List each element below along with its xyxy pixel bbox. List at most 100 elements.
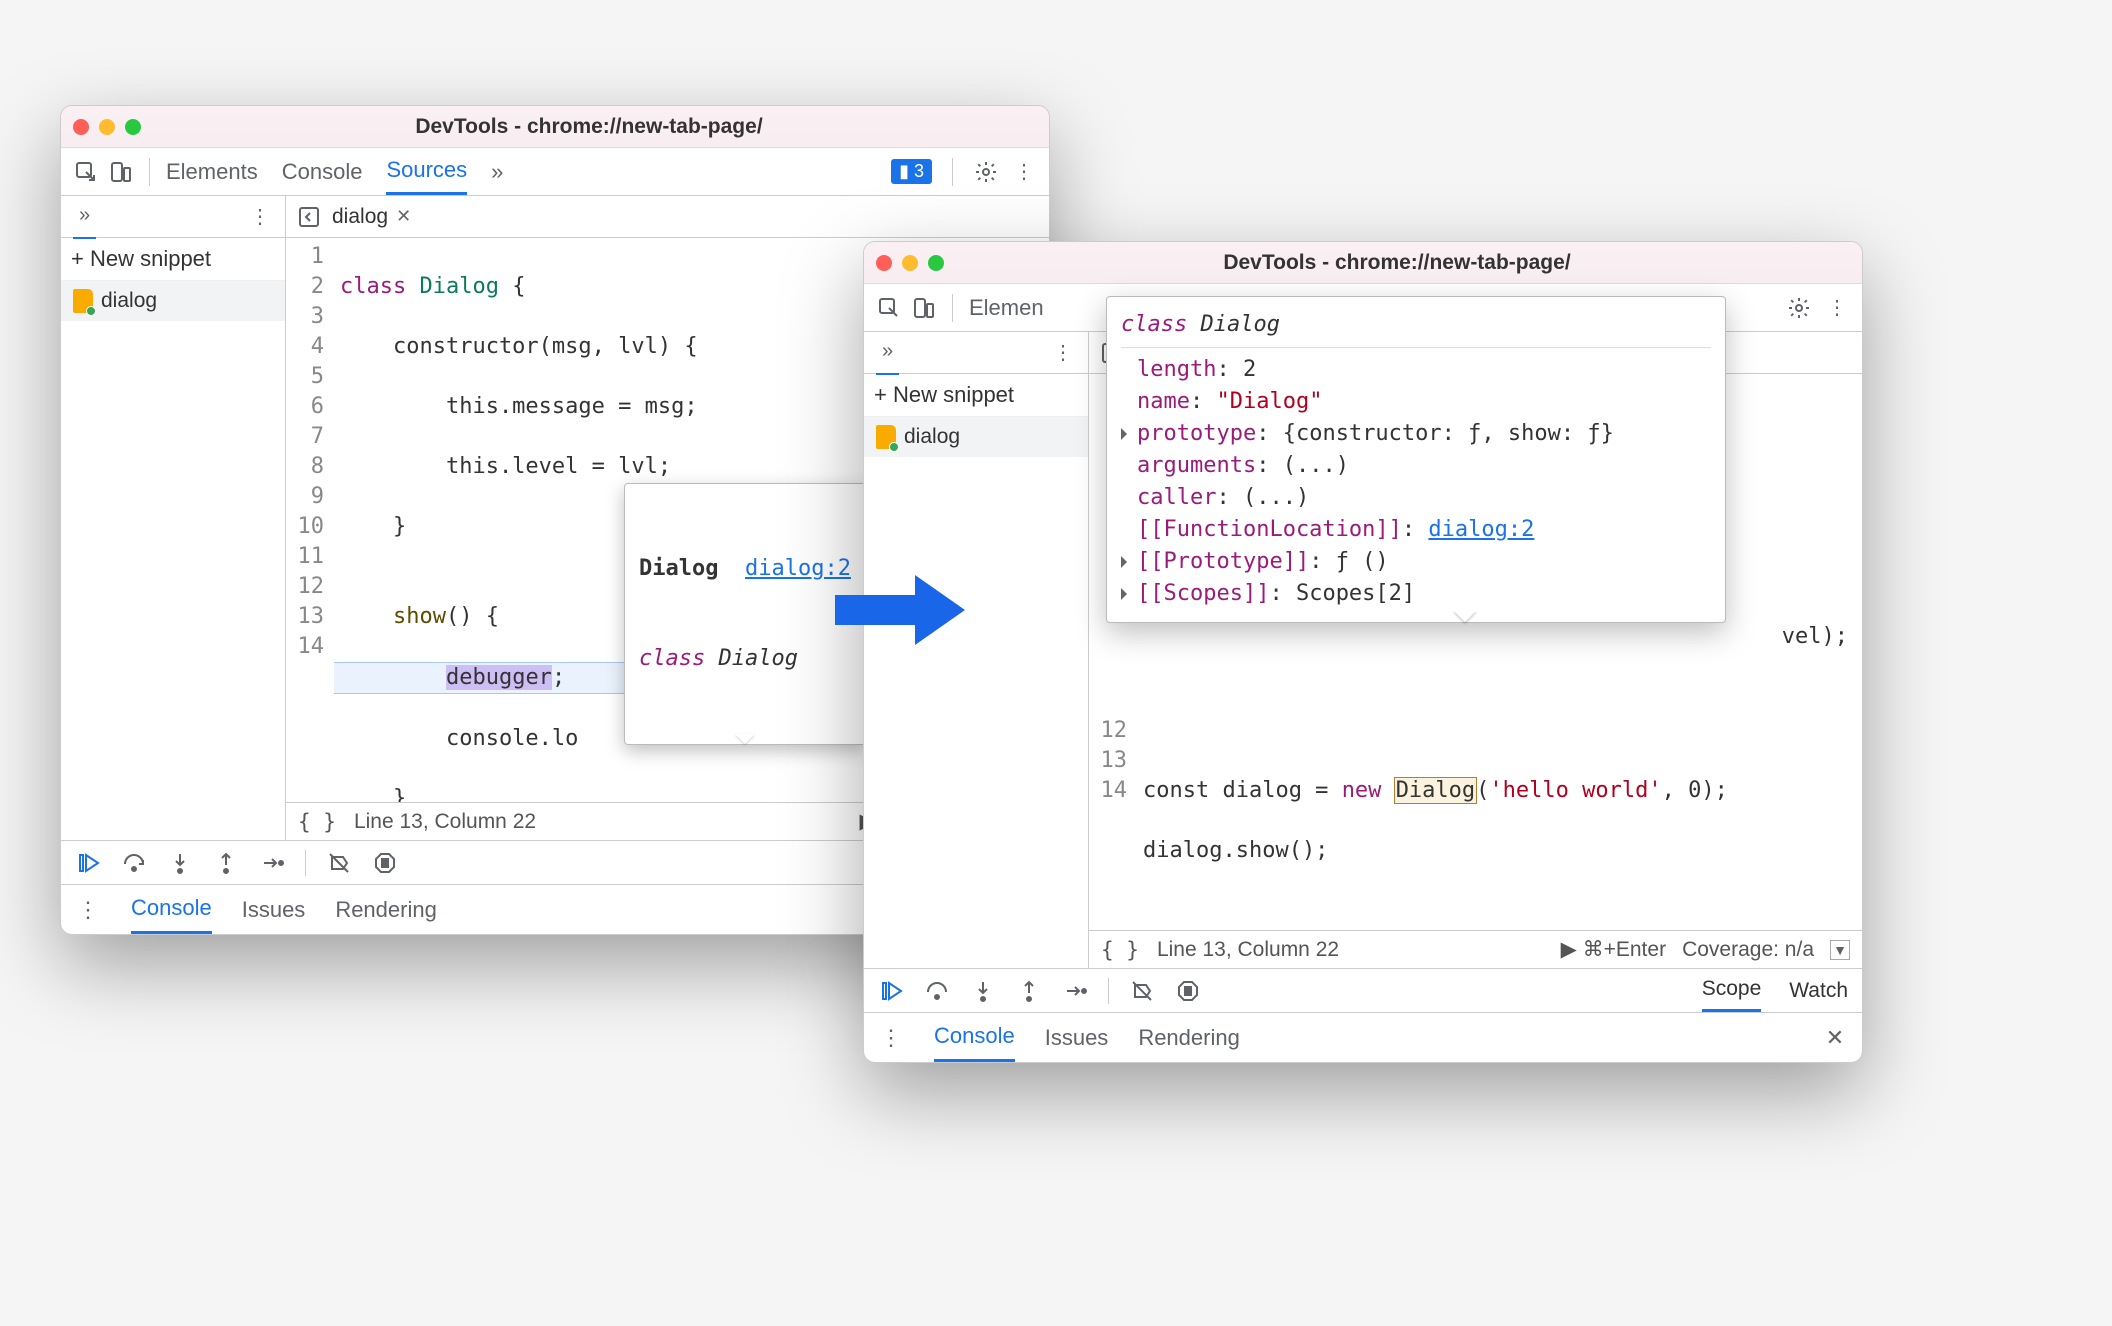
step-icon[interactable] bbox=[259, 850, 285, 876]
code-content[interactable]: const dialog = new Dialog('hello world',… bbox=[1137, 712, 1862, 930]
window-title: DevTools - chrome://new-tab-page/ bbox=[944, 251, 1850, 275]
titlebar: DevTools - chrome://new-tab-page/ bbox=[61, 106, 1049, 148]
partial-code-level: vel); bbox=[1782, 624, 1848, 649]
line-gutter: 1234567891011121314 bbox=[286, 238, 334, 802]
maximize-icon[interactable] bbox=[928, 255, 944, 271]
resume-icon[interactable] bbox=[878, 978, 904, 1004]
navigator-more[interactable]: » bbox=[73, 194, 96, 239]
step-into-icon[interactable] bbox=[970, 978, 996, 1004]
inspect-icon[interactable] bbox=[876, 295, 902, 321]
close-icon[interactable] bbox=[73, 119, 89, 135]
expand-icon[interactable] bbox=[1121, 588, 1133, 600]
snippet-file-icon bbox=[876, 425, 896, 449]
run-shortcut[interactable]: ▶ ⌘+Enter bbox=[1561, 937, 1666, 962]
dialog-class-token[interactable]: Dialog bbox=[1395, 778, 1476, 803]
minimize-icon[interactable] bbox=[902, 255, 918, 271]
device-icon[interactable] bbox=[910, 295, 936, 321]
step-out-icon[interactable] bbox=[213, 850, 239, 876]
tab-elements-truncated[interactable]: Elemen bbox=[969, 284, 1044, 331]
file-tabs: dialog ✕ bbox=[286, 196, 1049, 237]
step-over-icon[interactable] bbox=[121, 850, 147, 876]
sources-subbar: » ⋮ dialog ✕ bbox=[61, 196, 1049, 238]
deactivate-breakpoints-icon[interactable] bbox=[1129, 978, 1155, 1004]
pause-exceptions-icon[interactable] bbox=[372, 850, 398, 876]
drawer-tab-rendering[interactable]: Rendering bbox=[1138, 1025, 1240, 1051]
main-toolbar: Elements Console Sources » ▮ 3 ⋮ bbox=[61, 148, 1049, 196]
popover-property-row[interactable]: length: 2 bbox=[1121, 354, 1711, 386]
coverage-label: Coverage: n/a bbox=[1682, 938, 1814, 962]
snippet-label: dialog bbox=[101, 289, 157, 313]
traffic-lights bbox=[876, 255, 944, 271]
resume-icon[interactable] bbox=[75, 850, 101, 876]
gear-icon[interactable] bbox=[973, 159, 999, 185]
kebab-icon[interactable]: ⋮ bbox=[1011, 159, 1037, 185]
tab-more[interactable]: » bbox=[491, 148, 503, 195]
drawer-tab-issues[interactable]: Issues bbox=[242, 897, 306, 923]
popover-property-row[interactable]: [[FunctionLocation]]: dialog:2 bbox=[1121, 514, 1711, 546]
navigator-sidebar: + New snippet dialog bbox=[61, 238, 286, 840]
file-tab-label: dialog bbox=[332, 205, 388, 229]
coverage-dropdown-icon[interactable]: ▼ bbox=[1830, 940, 1850, 960]
popover-property-row[interactable]: arguments: (...) bbox=[1121, 450, 1711, 482]
transition-arrow-icon bbox=[835, 570, 965, 656]
pretty-print-button[interactable]: { } bbox=[1101, 938, 1139, 962]
file-tab-dialog[interactable]: dialog ✕ bbox=[332, 205, 411, 229]
issue-count: 3 bbox=[914, 161, 924, 182]
hover-tooltip: Dialog dialog:2 class Dialog bbox=[624, 483, 866, 745]
drawer-tabs: ⋮ Console Issues Rendering ✕ bbox=[864, 1012, 1862, 1062]
cursor-position: Line 13, Column 22 bbox=[354, 810, 536, 834]
minimize-icon[interactable] bbox=[99, 119, 115, 135]
kebab-icon[interactable]: ⋮ bbox=[1824, 295, 1850, 321]
pretty-print-button[interactable]: { } bbox=[298, 810, 336, 834]
drawer-tab-issues[interactable]: Issues bbox=[1045, 1025, 1109, 1051]
tab-sources[interactable]: Sources bbox=[386, 148, 467, 195]
navigator-kebab-icon[interactable]: ⋮ bbox=[247, 204, 273, 230]
popover-property-row[interactable]: caller: (...) bbox=[1121, 482, 1711, 514]
navigator-header: » ⋮ bbox=[864, 332, 1089, 373]
cursor-position: Line 13, Column 22 bbox=[1157, 938, 1339, 962]
snippet-item-dialog[interactable]: dialog bbox=[61, 281, 285, 321]
step-into-icon[interactable] bbox=[167, 850, 193, 876]
step-out-icon[interactable] bbox=[1016, 978, 1042, 1004]
window-title: DevTools - chrome://new-tab-page/ bbox=[141, 115, 1037, 139]
line-gutter: 121314 bbox=[1089, 712, 1137, 930]
drawer-tab-console[interactable]: Console bbox=[934, 1013, 1015, 1062]
scope-tab[interactable]: Scope bbox=[1702, 969, 1762, 1012]
close-tab-icon[interactable]: ✕ bbox=[396, 206, 411, 227]
devtools-window-2: DevTools - chrome://new-tab-page/ Elemen… bbox=[863, 241, 1863, 1063]
panel-tabs: Elements Console Sources » bbox=[166, 148, 503, 195]
device-icon[interactable] bbox=[107, 159, 133, 185]
drawer-kebab-icon[interactable]: ⋮ bbox=[75, 897, 101, 923]
popover-property-row[interactable]: prototype: {constructor: ƒ, show: ƒ} bbox=[1121, 418, 1711, 450]
navigator-header: » ⋮ bbox=[61, 196, 286, 237]
issues-badge[interactable]: ▮ 3 bbox=[891, 159, 932, 184]
tab-console[interactable]: Console bbox=[282, 148, 363, 195]
inspect-icon[interactable] bbox=[73, 159, 99, 185]
popover-property-row[interactable]: [[Prototype]]: ƒ () bbox=[1121, 546, 1711, 578]
expand-icon[interactable] bbox=[1121, 428, 1133, 440]
expand-icon[interactable] bbox=[1121, 556, 1133, 568]
popover-property-row[interactable]: [[Scopes]]: Scopes[2] bbox=[1121, 578, 1711, 610]
snippet-file-icon bbox=[73, 289, 93, 313]
navigator-more[interactable]: » bbox=[876, 330, 899, 375]
drawer-close-icon[interactable]: ✕ bbox=[1822, 1025, 1848, 1051]
drawer-tab-rendering[interactable]: Rendering bbox=[335, 897, 437, 923]
deactivate-breakpoints-icon[interactable] bbox=[326, 850, 352, 876]
pause-exceptions-icon[interactable] bbox=[1175, 978, 1201, 1004]
new-snippet-button[interactable]: + New snippet bbox=[864, 374, 1088, 417]
nav-back-icon[interactable] bbox=[296, 204, 322, 230]
step-icon[interactable] bbox=[1062, 978, 1088, 1004]
maximize-icon[interactable] bbox=[125, 119, 141, 135]
new-snippet-button[interactable]: + New snippet bbox=[61, 238, 285, 281]
step-over-icon[interactable] bbox=[924, 978, 950, 1004]
tab-elements[interactable]: Elements bbox=[166, 148, 258, 195]
traffic-lights bbox=[73, 119, 141, 135]
watch-tab[interactable]: Watch bbox=[1789, 969, 1848, 1012]
snippet-item-dialog[interactable]: dialog bbox=[864, 417, 1088, 457]
gear-icon[interactable] bbox=[1786, 295, 1812, 321]
popover-property-row[interactable]: name: "Dialog" bbox=[1121, 386, 1711, 418]
drawer-tab-console[interactable]: Console bbox=[131, 885, 212, 934]
navigator-kebab-icon[interactable]: ⋮ bbox=[1050, 340, 1076, 366]
close-icon[interactable] bbox=[876, 255, 892, 271]
drawer-kebab-icon[interactable]: ⋮ bbox=[878, 1025, 904, 1051]
